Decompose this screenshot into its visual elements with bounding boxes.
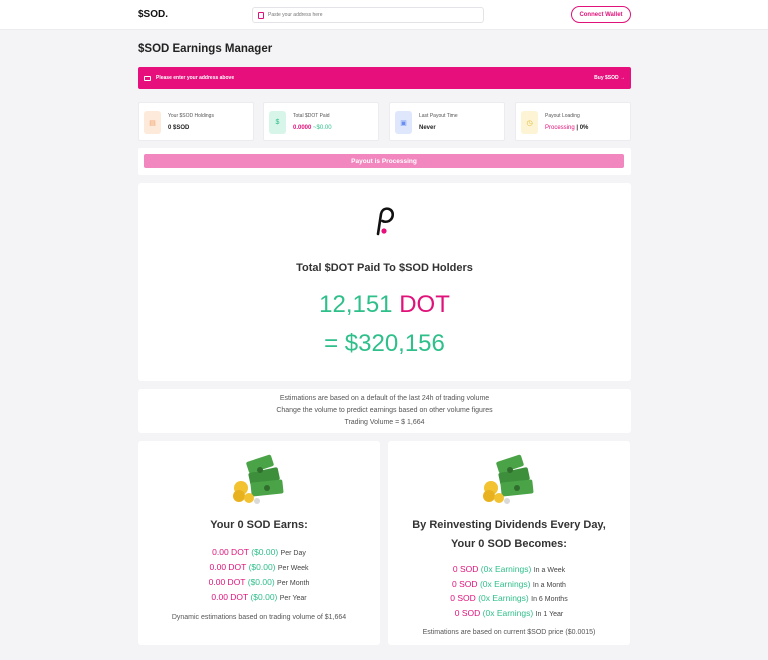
- stat-last-payout: ▣ Last Payout Time Never: [389, 102, 505, 141]
- estimation-note: Estimations are based on a default of th…: [138, 389, 631, 433]
- dot-value: 0.00 DOT: [208, 577, 246, 587]
- address-alert-banner: Please enter your address above Buy $SOD…: [138, 67, 631, 89]
- earnings-multiplier: (0x Earnings): [480, 564, 532, 574]
- buy-sod-link[interactable]: Buy $SOD →: [594, 75, 625, 81]
- stat-label: Your $SOD Holdings: [168, 113, 214, 119]
- list-item: 0 SOD (0x Earnings) In 6 Months: [388, 591, 630, 606]
- period-label: In a Week: [533, 567, 566, 574]
- stat-value: 0.0000 ~$0.00: [293, 125, 332, 131]
- reinvest-title-line: By Reinvesting Dividends Every Day,: [412, 519, 606, 531]
- list-item: 0.00 DOT ($0.00) Per Year: [138, 590, 380, 605]
- stat-value-percent: | 0%: [576, 125, 589, 131]
- sod-value: 0 SOD: [454, 607, 481, 618]
- hero-title: Total $DOT Paid To $SOD Holders: [296, 262, 473, 274]
- stat-holdings: ▤ Your $SOD Holdings 0 $SOD: [138, 102, 254, 141]
- clock-icon: ◷: [521, 111, 538, 134]
- reinvest-card: By Reinvesting Dividends Every Day, Your…: [388, 441, 630, 645]
- list-item: 0 SOD (0x Earnings) In a Month: [388, 577, 630, 592]
- stat-value: Processing | 0%: [545, 125, 588, 131]
- wallet-icon: ▤: [144, 111, 161, 134]
- reinvest-title-line: Your 0 SOD Becomes:: [451, 538, 567, 550]
- earnings-card: Your 0 SOD Earns: 0.00 DOT ($0.00) Per D…: [138, 441, 380, 645]
- note-line: Change the volume to predict earnings ba…: [276, 407, 493, 414]
- earnings-multiplier: (0x Earnings): [479, 578, 531, 589]
- stat-total-dot-paid: $ Total $DOT Paid 0.0000 ~$0.00: [263, 102, 379, 141]
- dot-unit: DOT: [399, 291, 450, 318]
- dollar-icon: $: [269, 111, 286, 134]
- usd-value: ($0.00): [251, 547, 279, 557]
- stat-payout-loading: ◷ Payout Loading Processing | 0%: [515, 102, 631, 141]
- top-bar: $SOD. Connect Wallet: [0, 0, 768, 30]
- list-item: 0 SOD (0x Earnings) In 1 Year: [388, 606, 630, 621]
- total-usd-amount: = $320,156: [324, 330, 445, 357]
- list-item: 0.00 DOT ($0.00) Per Month: [138, 575, 380, 590]
- reinvest-list: 0 SOD (0x Earnings) In a Week 0 SOD (0x …: [388, 562, 630, 620]
- money-stack-icon: [233, 454, 284, 504]
- stat-value-status: Processing: [545, 125, 575, 131]
- sod-value: 0 SOD: [452, 564, 479, 574]
- list-item: 0.00 DOT ($0.00) Per Week: [138, 560, 380, 575]
- usd-value: ($0.00): [247, 577, 275, 587]
- dot-value: 0.00 DOT: [209, 562, 247, 572]
- sod-value: 0 SOD: [450, 593, 476, 603]
- wallet-icon: [258, 11, 264, 19]
- address-input[interactable]: [268, 12, 468, 18]
- banner-message: Please enter your address above: [156, 75, 235, 81]
- dot-value: 0.00 DOT: [212, 547, 249, 557]
- total-paid-panel: Total $DOT Paid To $SOD Holders 12,151 D…: [138, 183, 631, 381]
- connect-wallet-button[interactable]: Connect Wallet: [571, 6, 631, 23]
- progress-bar: Payout is Processing: [144, 154, 624, 168]
- lock-icon: ▣: [395, 111, 412, 134]
- logo[interactable]: $SOD.: [138, 9, 168, 20]
- usd-value: ($0.00): [248, 562, 276, 572]
- reinvest-title: By Reinvesting Dividends Every Day, Your…: [388, 516, 630, 554]
- sod-value: 0 SOD: [452, 578, 478, 589]
- earnings-multiplier: (0x Earnings): [482, 607, 534, 618]
- usd-value: ($0.00): [250, 592, 278, 602]
- period-label: Per Month: [277, 580, 310, 587]
- list-item: 0.00 DOT ($0.00) Per Day: [138, 545, 380, 560]
- note-line: Estimations are based on a default of th…: [279, 395, 490, 402]
- earnings-list: 0.00 DOT ($0.00) Per Day 0.00 DOT ($0.00…: [138, 545, 380, 605]
- dot-amount: 12,151: [319, 291, 393, 318]
- money-stack-icon: [483, 454, 534, 504]
- period-label: In a Month: [532, 581, 566, 589]
- total-dot-amount: 12,151 DOT: [138, 291, 631, 319]
- earnings-footer: Dynamic estimations based on trading vol…: [171, 614, 347, 621]
- period-label: In 6 Months: [531, 596, 568, 603]
- period-label: Per Day: [280, 550, 306, 557]
- page-title: $SOD Earnings Manager: [138, 43, 273, 55]
- earnings-multiplier: (0x Earnings): [478, 593, 529, 603]
- reinvest-footer: Estimations are based on current $SOD pr…: [422, 629, 596, 636]
- earnings-title: Your 0 SOD Earns:: [210, 519, 308, 531]
- period-label: Per Week: [277, 565, 309, 572]
- period-label: In 1 Year: [535, 610, 564, 618]
- wallet-icon: [144, 75, 151, 81]
- stat-value-dot: 0.0000: [293, 125, 312, 131]
- period-label: Per Year: [279, 595, 307, 602]
- stat-label: Last Payout Time: [419, 113, 458, 119]
- stat-value: 0 $SOD: [168, 125, 190, 131]
- polkadot-icon: [376, 207, 395, 236]
- address-search[interactable]: [252, 7, 484, 23]
- dot-value: 0.00 DOT: [211, 592, 249, 602]
- payout-progress: Payout is Processing: [138, 148, 631, 175]
- stat-value-usd: ~$0.00: [313, 125, 332, 131]
- stat-value: Never: [419, 125, 436, 131]
- trading-volume: Trading Volume = $ 1,664: [344, 419, 425, 426]
- stat-label: Total $DOT Paid: [293, 113, 330, 119]
- stat-label: Payout Loading: [545, 113, 580, 119]
- list-item: 0 SOD (0x Earnings) In a Week: [388, 562, 630, 577]
